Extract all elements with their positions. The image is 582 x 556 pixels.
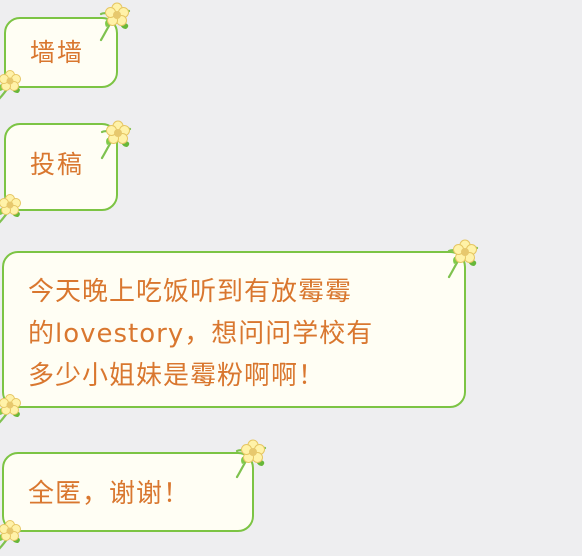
message-text: 今天晚上吃饭听到有放霉霉 的lovestory，想问问学校有 多少小姐妹是霉粉啊…	[28, 277, 374, 391]
message-bubble[interactable]: 今天晚上吃饭听到有放霉霉 的lovestory，想问问学校有 多少小姐妹是霉粉啊…	[2, 251, 466, 408]
message-bubble[interactable]: 全匿，谢谢！	[2, 452, 254, 532]
message-text: 投稿	[30, 150, 85, 179]
message-bubble[interactable]: 投稿	[4, 123, 118, 211]
message-text: 墙墙	[30, 38, 85, 67]
message-bubble[interactable]: 墙墙	[4, 17, 118, 88]
message-text: 全匿，谢谢！	[28, 479, 191, 509]
chat-thread: 墙墙 投稿 今天晚上吃饭听到有放霉霉 的lovestory，想问问学校有 多少小…	[0, 0, 582, 550]
